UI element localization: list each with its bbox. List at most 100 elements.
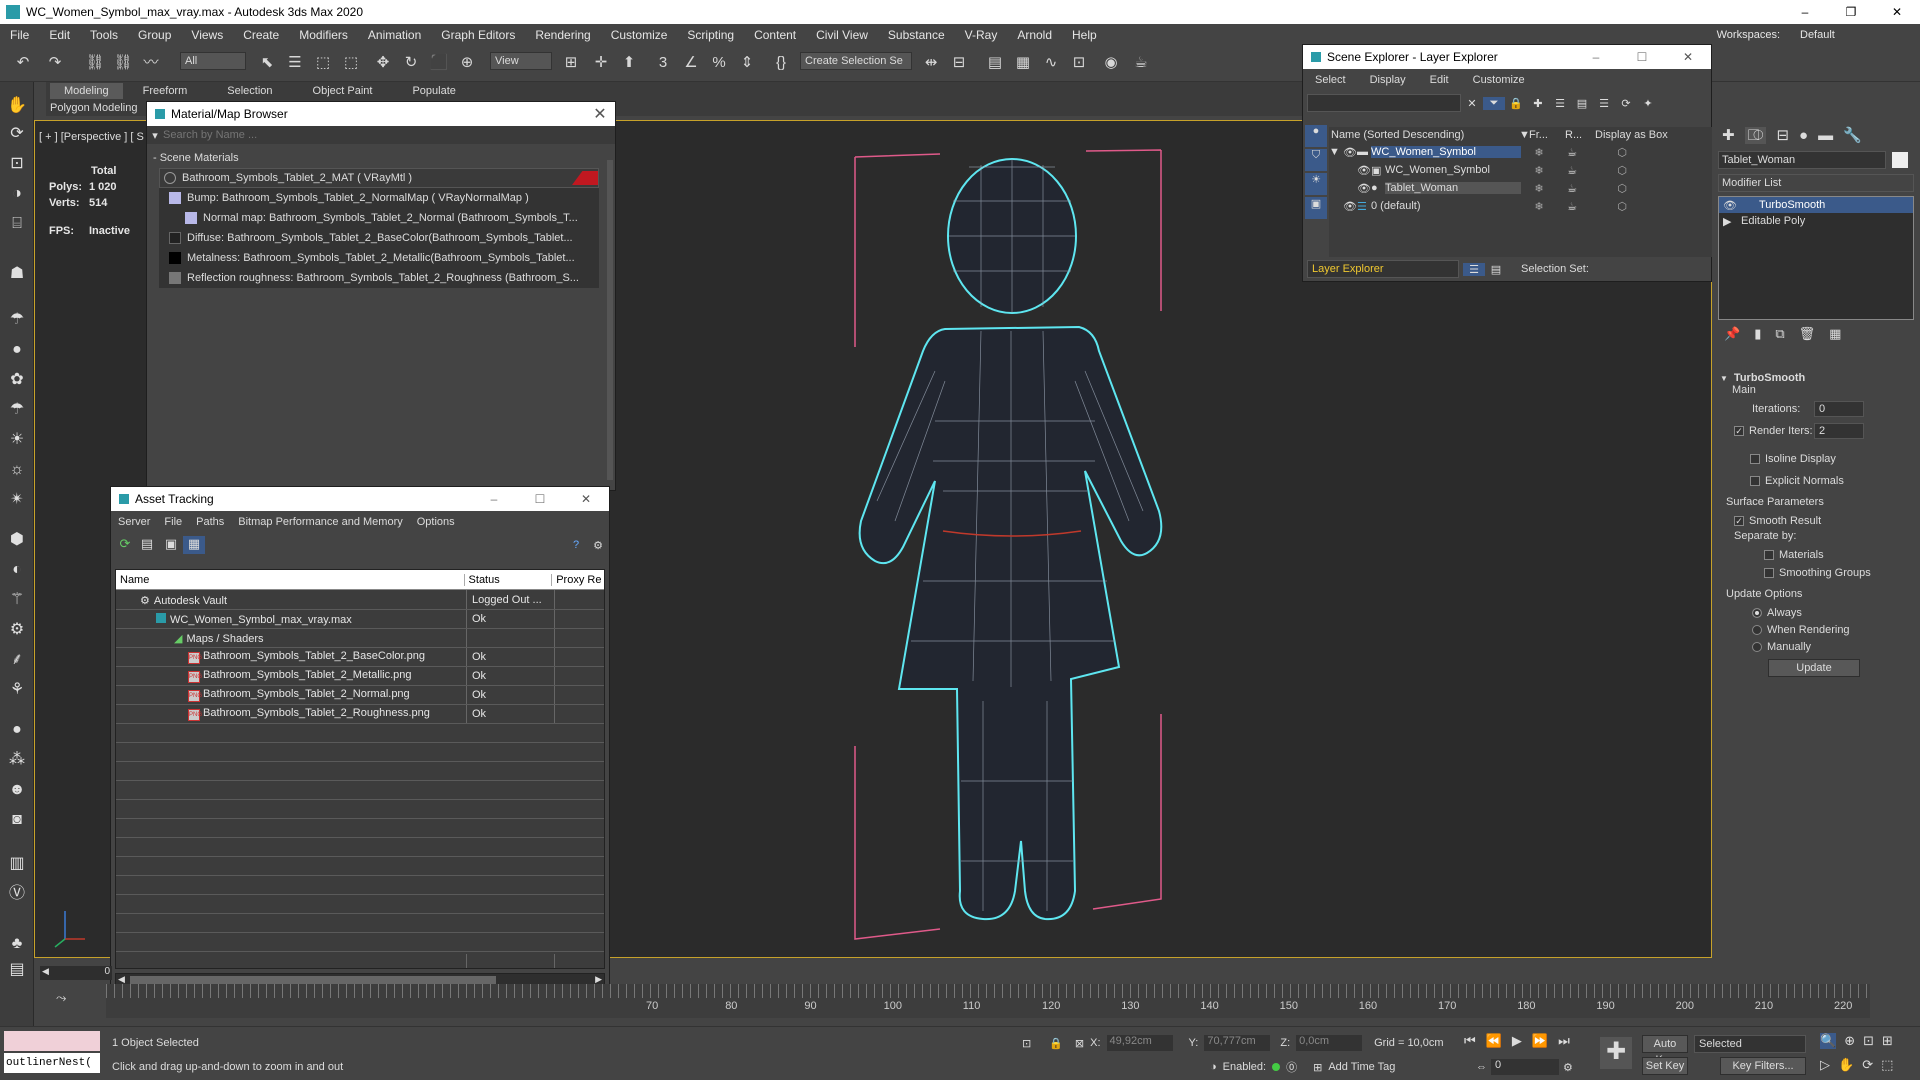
fov-icon[interactable]: ▷ [1820,1057,1830,1073]
table-row[interactable]: ⚙ Autodesk Vault Logged Out ... [116,591,604,610]
table-row[interactable]: PNGBathroom_Symbols_Tablet_2_Roughness.p… [116,705,604,724]
layer-stack-icon[interactable]: ☰ [1593,97,1615,110]
isoline-row[interactable]: Isoline Display [1712,448,1920,470]
add-time-tag-label[interactable]: Add Time Tag [1328,1061,1395,1073]
percent-snap-icon[interactable]: % [708,52,730,74]
when-rendering-radio[interactable] [1752,624,1762,635]
make-unique-icon[interactable]: ⧉ [1775,326,1784,342]
maximize-viewport-icon[interactable]: ⬚ [1881,1057,1893,1073]
light-icon[interactable]: ☂ [5,308,29,332]
scene-object-row[interactable]: 👁 ● Tablet_Woman ❄ ☕ ⬡ [1329,179,1713,197]
undo-icon[interactable]: ↶ [12,52,34,74]
freeze-icon[interactable]: ❄ [1521,146,1557,159]
pot-icon[interactable]: ◐ [5,558,29,582]
pan-view-icon[interactable]: ✋ [1838,1057,1854,1073]
mini-curve-icon[interactable]: ⤳ [56,990,66,1006]
asset-menu-server[interactable]: Server [111,516,157,528]
asset-maximize-icon[interactable]: ☐ [517,492,563,506]
assistant-icon[interactable]: ♣ [5,932,29,956]
enabled-toggle-icon[interactable]: ⓪ [1286,1059,1297,1075]
sync-icon[interactable]: ⟳ [1615,97,1637,110]
menu-tools[interactable]: Tools [80,28,128,42]
asset-minimize-icon[interactable]: – [471,492,517,506]
move-icon[interactable]: ✥ [372,52,394,74]
box-icon[interactable]: ⬢ [5,528,29,552]
absolute-mode-icon[interactable]: ⊠ [1075,1037,1084,1050]
freeze-icon[interactable]: ❄ [1521,164,1557,177]
select-manipulate-icon[interactable]: ✛ [590,52,612,74]
explicit-normals-row[interactable]: Explicit Normals [1712,470,1920,492]
timeline-track[interactable]: 70 80 90 100 110 120 130 140 150 160 170 180 190 200 2… [106,984,1870,1018]
utilities-tab-icon[interactable]: 🔧 [1843,126,1862,144]
material-browser-close-icon[interactable]: ✕ [585,104,615,124]
hierarchy-icon[interactable]: ⚚ [5,588,29,612]
angle-snap-icon[interactable]: ∠ [680,52,702,74]
select-object-icon[interactable]: ⬉ [256,52,278,74]
asset-close-icon[interactable]: ✕ [563,492,609,506]
table-row[interactable]: PNGBathroom_Symbols_Tablet_2_Metallic.pn… [116,667,604,686]
helper-icon[interactable]: ✿ [5,368,29,392]
layers-icon[interactable]: ☰ [1549,97,1571,110]
cloth-icon[interactable]: ⚘ [5,678,29,702]
vray-icon[interactable]: Ⓥ [5,882,29,906]
close-button[interactable]: ✕ [1874,5,1920,19]
smoothing-groups-checkbox[interactable] [1764,568,1774,578]
bind-space-warp-icon[interactable]: 〰 [140,52,162,74]
spinner-snap-icon[interactable]: ⇕ [736,52,758,74]
menu-arnold[interactable]: Arnold [1007,28,1062,42]
selection-filter-dropdown[interactable]: All [180,52,246,70]
motion-tab-icon[interactable]: ● [1799,127,1808,144]
menu-edit[interactable]: Edit [39,28,80,42]
table-row[interactable]: PNGBathroom_Symbols_Tablet_2_Normal.png … [116,686,604,705]
menu-file[interactable]: File [0,28,39,42]
key-filters-button[interactable]: Key Filters... [1720,1057,1806,1075]
zoom-all-icon[interactable]: ⊕ [1844,1033,1855,1049]
current-frame-field[interactable]: 0 [1491,1059,1559,1075]
hierarchy-tab-icon[interactable]: ⊟ [1776,126,1789,144]
materials-checkbox[interactable] [1764,550,1774,560]
highlight-icon[interactable]: ✦ [1637,97,1659,110]
manually-radio[interactable] [1752,641,1762,652]
remove-modifier-icon[interactable]: 🗑 [1799,326,1816,342]
menu-vray[interactable]: V-Ray [955,28,1008,42]
table-row[interactable]: PNGBathroom_Symbols_Tablet_2_BaseColor.p… [116,648,604,667]
menu-modifiers[interactable]: Modifiers [289,28,358,42]
x-field[interactable]: 49,92cm [1106,1035,1173,1051]
create-tab-icon[interactable]: ✚ [1722,126,1735,144]
filter-icon[interactable]: ⏷ [1483,96,1505,110]
orbit-icon[interactable]: ⟳ [5,122,29,146]
menu-help[interactable]: Help [1062,28,1107,42]
menu-substance[interactable]: Substance [878,28,955,42]
menu-civil-view[interactable]: Civil View [806,28,878,42]
visibility-eye-icon[interactable]: 👁 [1343,200,1357,213]
menu-graph-editors[interactable]: Graph Editors [431,28,525,42]
explorer-type-dropdown[interactable]: Layer Explorer [1307,260,1459,278]
curve-editor-icon[interactable]: ∿ [1040,52,1062,74]
update-button[interactable]: Update [1768,659,1860,677]
material-roughness-item[interactable]: Reflection roughness: Bathroom_Symbols_T… [159,268,599,288]
ribbon-tab-populate[interactable]: Populate [392,85,475,97]
spotlight-icon[interactable]: ☂ [5,398,29,422]
maxscript-mini-bar[interactable] [4,1031,100,1051]
refresh-icon[interactable]: ⟳ [115,536,135,554]
box-display-icon[interactable]: ⬡ [1587,200,1657,213]
zoom-extents-all-icon[interactable]: ⊞ [1882,1033,1893,1049]
layer-mode-icon[interactable]: ☰ [1463,262,1485,276]
material-metalness-item[interactable]: Metalness: Bathroom_Symbols_Tablet_2_Met… [159,248,599,268]
create-shape-icon[interactable]: ◑ [5,182,29,206]
visibility-eye-icon[interactable]: 👁 [1343,146,1357,159]
menu-scripting[interactable]: Scripting [677,28,744,42]
scene-maximize-icon[interactable]: ☐ [1619,50,1665,64]
table-row[interactable]: WC_Women_Symbol_max_vray.max Ok [116,610,604,629]
material-search-input[interactable] [163,129,583,141]
pan-icon[interactable]: ✋ [5,94,29,118]
keyboard-shortcut-icon[interactable]: ⬆ [618,52,640,74]
particles-icon[interactable]: ⁂ [5,748,29,772]
align-icon[interactable]: ⊟ [948,52,970,74]
material-browser-scrollbar[interactable] [607,160,613,480]
box-display-icon[interactable]: ⬡ [1587,146,1657,159]
time-slider[interactable]: ◀ 0 [40,966,112,980]
scale-icon[interactable]: ⬛ [428,52,450,74]
prev-frame-icon[interactable]: ⏪ [1486,1033,1502,1049]
render-icon[interactable]: ☕ [1557,200,1587,213]
